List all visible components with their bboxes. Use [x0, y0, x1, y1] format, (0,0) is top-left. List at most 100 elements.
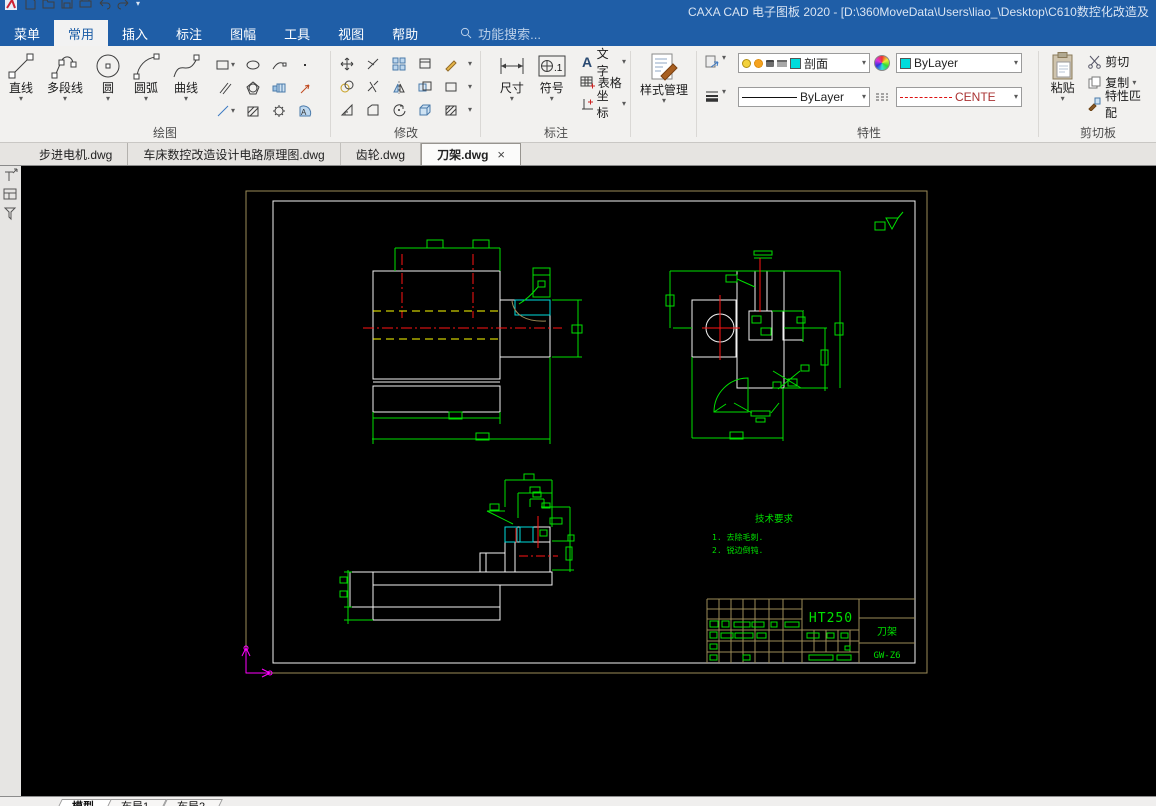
break-button[interactable]	[360, 79, 386, 95]
paste-button[interactable]: 粘贴 ▾	[1044, 51, 1081, 103]
qat-dropdown-icon[interactable]: ▾	[136, 0, 140, 8]
array-button[interactable]	[386, 56, 412, 72]
move-button[interactable]	[334, 56, 360, 72]
rectangle-button[interactable]: ▾	[210, 57, 240, 73]
linetype2-combo[interactable]: CENTE ▾	[896, 87, 1022, 107]
color-wheel-button[interactable]	[874, 55, 890, 71]
open-file-icon[interactable]	[42, 0, 55, 10]
material-label: HT250	[809, 611, 853, 626]
quick-access-toolbar: ▾	[0, 0, 140, 20]
drawing-canvas[interactable]: 技术要求 1. 去除毛刺. 2. 锐边倒钝. HT250 刀架 GW-Z6	[21, 166, 1156, 796]
scale-box-button[interactable]	[438, 79, 464, 95]
style-manager-button[interactable]: 样式管理 ▾	[635, 51, 693, 105]
point-button[interactable]	[292, 57, 318, 73]
function-search[interactable]: 功能搜索...	[460, 20, 541, 46]
spline-icon	[173, 54, 200, 78]
side-toolbar	[0, 166, 21, 796]
layout-tab-layout2[interactable]: 布局2	[159, 799, 224, 806]
match-properties-button[interactable]: 特性匹配	[1085, 89, 1154, 120]
side-icon-text-tool[interactable]	[3, 168, 18, 183]
mirror-button[interactable]	[386, 79, 412, 95]
cut-button[interactable]: 剪切	[1085, 51, 1154, 72]
layer-combo[interactable]: 剖面 ▾	[738, 53, 870, 73]
window-title: CAXA CAD 电子图板 2020 - [D:\360MoveData\Use…	[688, 5, 1149, 19]
layout-tab-layout1[interactable]: 布局1	[103, 799, 168, 806]
polyline-button[interactable]: 多段线 ▾	[40, 51, 90, 103]
text-sector-button[interactable]: A	[292, 103, 318, 119]
doc-tab-stepper-motor[interactable]: 步进电机.dwg	[24, 143, 129, 165]
svg-text:2. 锐边倒钝.: 2. 锐边倒钝.	[712, 545, 763, 555]
layer-on-icon	[742, 58, 751, 68]
stretch-button[interactable]	[412, 79, 438, 95]
save-icon[interactable]	[61, 0, 73, 10]
svg-text:A: A	[582, 54, 592, 69]
doc-tab-gear[interactable]: 齿轮.dwg	[341, 143, 422, 165]
offset-button[interactable]	[334, 79, 360, 95]
menu-item-view[interactable]: 视图	[324, 20, 378, 46]
sketch-line-button[interactable]: ▾	[210, 103, 240, 119]
undo-icon[interactable]	[98, 0, 111, 10]
hatch-button[interactable]	[240, 103, 266, 119]
lineweight-button[interactable]: ▾	[704, 88, 726, 104]
coordinate-button[interactable]: 坐标 ▾	[578, 89, 628, 120]
close-icon[interactable]: ×	[497, 147, 505, 162]
linetype-combo[interactable]: ByLayer ▾	[738, 87, 870, 107]
gear-button[interactable]	[266, 103, 292, 119]
hatch-edit-button[interactable]	[438, 102, 464, 118]
menu-item-sheet[interactable]: 图幅	[216, 20, 270, 46]
redo-icon[interactable]	[117, 0, 130, 10]
layer-freeze-icon	[754, 58, 763, 68]
search-icon	[461, 27, 472, 39]
fit-curve-button[interactable]	[266, 57, 292, 73]
trim-button[interactable]	[360, 56, 386, 72]
text-button[interactable]: A 文字 ▾	[578, 47, 628, 78]
clip-button[interactable]	[412, 56, 438, 72]
print-icon[interactable]	[79, 0, 92, 10]
arc-button[interactable]: 圆弧 ▾	[126, 51, 166, 103]
circle-button[interactable]: 圆 ▾	[90, 51, 126, 103]
svg-text:.1: .1	[554, 63, 563, 74]
side-icon-library[interactable]	[3, 187, 18, 202]
modify-row3-dropdown[interactable]: ▾	[464, 105, 476, 114]
chamfer-button[interactable]	[360, 102, 386, 118]
doc-tab-circuit-diagram[interactable]: 车床数控改造设计电路原理图.dwg	[128, 143, 341, 165]
style-manager-icon	[651, 53, 678, 81]
pick-arrow-button[interactable]	[292, 80, 318, 96]
svg-text:技术要求: 技术要求	[755, 513, 794, 525]
symbol-button[interactable]: .1 符号 ▾	[532, 51, 572, 103]
current-color-swatch	[900, 57, 911, 69]
parallel-line-button[interactable]	[210, 80, 240, 96]
modify-row1-dropdown[interactable]: ▾	[464, 59, 476, 68]
scale-button[interactable]	[334, 102, 360, 118]
solid-box-button[interactable]	[412, 102, 438, 118]
linetype2-value: CENTE	[955, 90, 996, 104]
new-file-icon[interactable]	[24, 0, 36, 10]
ribbon-group-style: 样式管理 ▾	[634, 46, 694, 143]
menu-item-insert[interactable]: 插入	[108, 20, 162, 46]
menu-item-help[interactable]: 帮助	[378, 20, 432, 46]
ucs-icon	[241, 645, 273, 678]
side-icon-filter[interactable]	[3, 206, 18, 221]
bolt-part-button[interactable]	[266, 80, 292, 96]
title-block: HT250 刀架 GW-Z6	[706, 598, 915, 663]
spline-button[interactable]: 曲线 ▾	[166, 51, 206, 103]
ellipse-button[interactable]	[240, 57, 266, 73]
modify-row2-dropdown[interactable]: ▾	[464, 82, 476, 91]
menu-item-annotate[interactable]: 标注	[162, 20, 216, 46]
line-icon	[8, 53, 34, 79]
caxa-logo-icon	[5, 0, 17, 10]
insert-block-button[interactable]: ▾	[704, 54, 726, 70]
dimension-button[interactable]: 尺寸 ▾	[492, 51, 532, 103]
menu-item-tools[interactable]: 工具	[270, 20, 324, 46]
polygon-button[interactable]	[240, 80, 266, 96]
color-combo[interactable]: ByLayer ▾	[896, 53, 1022, 73]
erase-button[interactable]	[438, 56, 464, 72]
layout-tab-model[interactable]: 模型	[54, 799, 112, 806]
rotate-button[interactable]	[386, 102, 412, 118]
linetype-manager-button[interactable]	[874, 89, 890, 105]
group-caption-clipboard: 剪切板	[1079, 126, 1116, 140]
line-button[interactable]: 直线 ▾	[2, 51, 40, 103]
menu-item-home[interactable]: 常用	[54, 20, 109, 46]
menu-item-menu[interactable]: 菜单	[0, 20, 54, 46]
doc-tab-tool-post[interactable]: 刀架.dwg ×	[421, 143, 522, 165]
